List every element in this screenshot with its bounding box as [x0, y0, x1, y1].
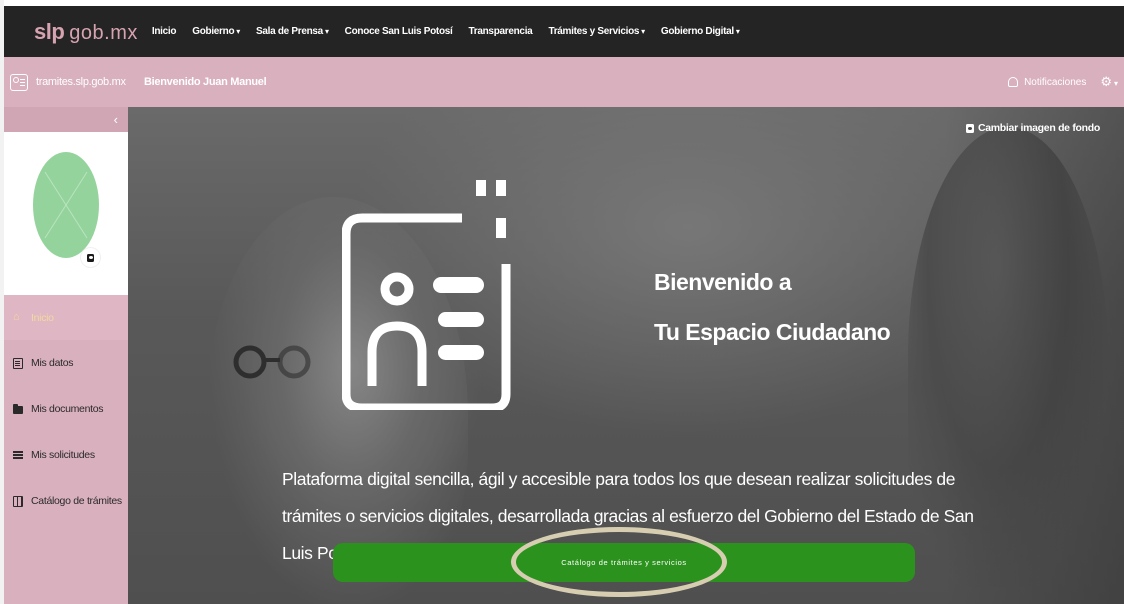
camera-icon [965, 123, 974, 133]
brand-light: gob.mx [69, 21, 138, 44]
hero-title: Bienvenido a Tu Espacio Ciudadano [654, 257, 891, 357]
hero-title-line-1: Bienvenido a [654, 269, 792, 295]
gear-icon: ⚙ [1100, 74, 1112, 89]
hero-title-line-2: Tu Espacio Ciudadano [654, 319, 891, 345]
sidebar: ‹ ⌂ Inicio Mis datos Mis documentos Mis … [4, 107, 128, 604]
nav-item-sala-de-prensa[interactable]: Sala de Prensa ▾ [256, 26, 329, 37]
sidebar-item-label: Catálogo de trámites [31, 495, 122, 507]
chevron-down-icon: ▾ [324, 27, 329, 36]
chevron-down-icon: ▾ [735, 27, 740, 36]
sidebar-item-label: Mis datos [31, 357, 74, 369]
sidebar-item-catalogo[interactable]: Catálogo de trámites [4, 478, 128, 524]
sidebar-item-mis-solicitudes[interactable]: Mis solicitudes [4, 432, 128, 478]
sidebar-item-inicio[interactable]: ⌂ Inicio [4, 295, 128, 340]
sidebar-item-mis-datos[interactable]: Mis datos [4, 340, 128, 386]
collapse-sidebar-icon[interactable]: ‹ [114, 112, 118, 127]
list-icon [13, 450, 23, 460]
nav-items: Inicio Gobierno ▾ Sala de Prensa ▾ Conoce … [152, 26, 740, 37]
sidebar-item-label: Inicio [31, 311, 54, 324]
brand-strong: slp [34, 18, 65, 44]
camera-icon [87, 253, 94, 262]
avatar[interactable] [33, 152, 99, 258]
profile-panel [4, 132, 128, 295]
sidebar-item-label: Mis solicitudes [31, 449, 95, 461]
settings-menu[interactable]: ⚙ ▾ [1100, 73, 1118, 91]
chevron-down-icon: ▾ [641, 27, 645, 36]
citizen-id-card-icon [342, 180, 511, 410]
sidebar-top: ‹ [4, 107, 128, 132]
home-icon: ⌂ [13, 311, 20, 323]
site-link[interactable]: tramites.slp.gob.mx [4, 73, 140, 91]
app-window: slp gob.mx Inicio Gobierno ▾ Sala de Pren… [0, 0, 1124, 604]
change-background-button[interactable]: Cambiar imagen de fondo [965, 122, 1100, 134]
notifications-button[interactable]: Notificaciones [1008, 77, 1086, 88]
chevron-down-icon: ▾ [236, 27, 240, 36]
id-card-icon [10, 73, 28, 91]
background-glasses [233, 345, 311, 379]
nav-item-gobierno[interactable]: Gobierno ▾ [192, 26, 240, 37]
change-background-label: Cambiar imagen de fondo [977, 122, 1100, 134]
change-photo-button[interactable] [81, 248, 100, 267]
hero-section: Cambiar imagen de fondo Bienvenido a Tu … [128, 107, 1124, 604]
top-navigation: slp gob.mx Inicio Gobierno ▾ Sala de Pren… [4, 6, 1124, 57]
sidebar-item-mis-documentos[interactable]: Mis documentos [4, 386, 128, 432]
site-header: tramites.slp.gob.mx Bienvenido Juan Manu… [4, 57, 1124, 107]
catalog-button[interactable]: Catálogo de trámites y servicios [333, 543, 915, 582]
avatar-placeholder-icon [44, 171, 88, 239]
welcome-message: Bienvenido Juan Manuel [144, 76, 267, 88]
folder-icon [13, 404, 23, 414]
sidebar-item-label: Mis documentos [31, 403, 104, 415]
bell-icon [1008, 77, 1019, 87]
nav-item-conoce-slp[interactable]: Conoce San Luis Potosí [345, 26, 453, 37]
nav-item-transparencia[interactable]: Transparencia [469, 26, 533, 37]
nav-item-inicio[interactable]: Inicio [152, 26, 177, 37]
nav-item-gobierno-digital[interactable]: Gobierno Digital ▾ [661, 26, 740, 37]
book-icon [13, 495, 23, 507]
id-card-icon [13, 357, 23, 369]
header-actions: Notificaciones ⚙ ▾ [1008, 57, 1118, 107]
site-domain: tramites.slp.gob.mx [36, 76, 126, 88]
sidebar-menu: ⌂ Inicio Mis datos Mis documentos Mis so… [4, 295, 128, 524]
nav-item-tramites-servicios[interactable]: Trámites y Servicios ▾ [548, 26, 645, 37]
notifications-label: Notificaciones [1024, 76, 1087, 88]
chevron-down-icon: ▾ [1113, 79, 1118, 88]
brand-logo[interactable]: slp gob.mx [4, 19, 138, 45]
